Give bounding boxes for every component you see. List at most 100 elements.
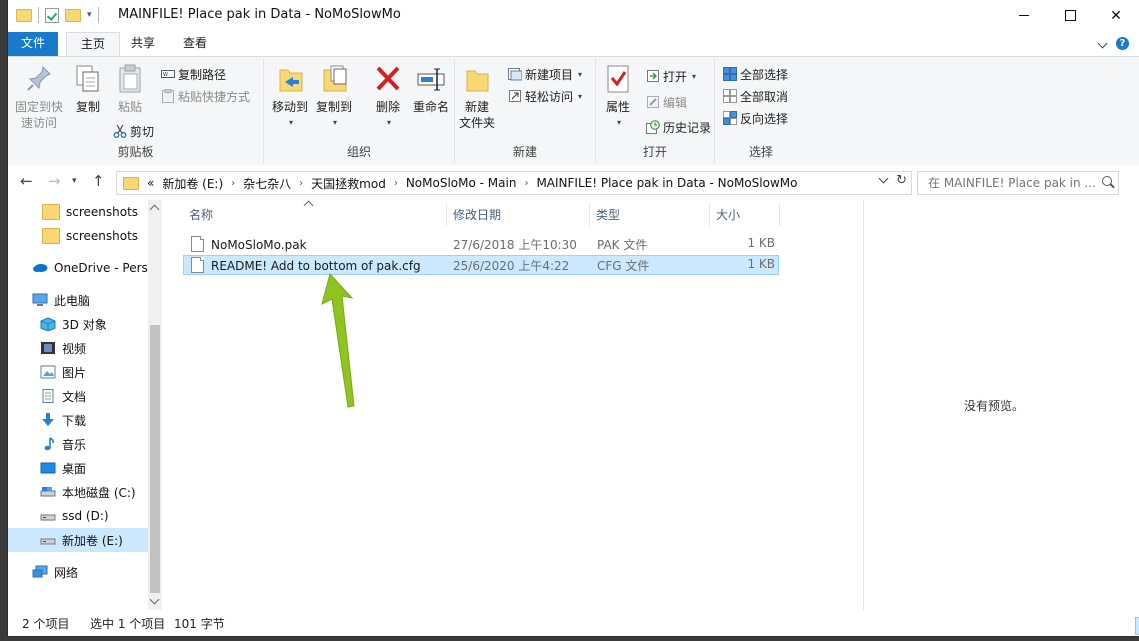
delete-x-icon (373, 63, 403, 95)
search-input[interactable] (926, 175, 1100, 191)
column-header-type[interactable]: 类型 (590, 204, 710, 226)
paste-button[interactable]: 粘贴 (110, 63, 150, 115)
close-icon: ✕ (1110, 7, 1122, 24)
help-icon[interactable]: ? (1116, 37, 1129, 50)
scroll-up-icon[interactable] (149, 204, 160, 215)
organize-group: 移动到 ▾ 复制到 ▾ 删除 ▾ 重命名 组织 (264, 59, 455, 163)
select-none-button[interactable]: 全部取消 (723, 86, 788, 106)
properties-quick-icon[interactable] (45, 7, 59, 23)
nav-item-this-pc[interactable]: 此电脑 (8, 288, 148, 312)
maximize-button[interactable] (1047, 0, 1093, 31)
move-to-button[interactable]: 移动到 ▾ (268, 63, 312, 131)
pc-icon (32, 293, 48, 307)
minimize-button[interactable] (1001, 0, 1047, 31)
copy-to-dropdown-icon: ▾ (332, 118, 337, 127)
breadcrumb-current-folder[interactable]: MAINFILE! Place pak in Data - NoMoSlowMo (536, 176, 797, 190)
column-header-size[interactable]: 大小 (710, 204, 780, 226)
address-dropdown-icon[interactable] (878, 173, 889, 184)
nav-item-screenshots[interactable]: screenshots (8, 224, 148, 248)
new-group-label: 新建 (512, 145, 537, 159)
tab-share[interactable]: 共享 (120, 32, 166, 56)
nav-item-documents[interactable]: 文档 (8, 384, 148, 408)
large-icons-view-icon[interactable] (1135, 617, 1139, 635)
scrollbar-thumb[interactable] (150, 325, 160, 593)
properties-button[interactable]: 属性 ▾ (598, 63, 638, 131)
invert-selection-button[interactable]: 反向选择 (723, 108, 788, 128)
cut-button[interactable]: 剪切 (113, 121, 154, 141)
select-all-button[interactable]: 全部选择 (723, 64, 788, 84)
breadcrumb-chevron-icon[interactable]: › (231, 178, 235, 189)
refresh-icon[interactable]: ↻ (896, 173, 907, 188)
back-arrow-icon[interactable]: ← (20, 172, 33, 190)
close-button[interactable]: ✕ (1093, 0, 1139, 31)
copy-button[interactable]: 复制 (68, 63, 108, 115)
easy-access-button[interactable]: 轻松访问 ▾ (508, 86, 582, 106)
delete-button[interactable]: 删除 ▾ (368, 63, 408, 131)
paste-shortcut-button[interactable]: 粘贴快捷方式 (161, 86, 250, 106)
new-folder-quick-icon[interactable] (65, 8, 81, 22)
nav-item-3d-objects[interactable]: 3D 对象 (8, 312, 148, 336)
scroll-down-icon[interactable] (149, 594, 160, 605)
nav-item-desktop[interactable]: 桌面 (8, 456, 148, 480)
edit-button[interactable]: 编辑 (646, 92, 687, 112)
preview-pane-divider[interactable] (863, 200, 864, 610)
nav-item-drive-e[interactable]: 新加卷 (E:) (8, 528, 148, 552)
nav-item-drive-d[interactable]: ssd (D:) (8, 504, 148, 528)
up-arrow-icon[interactable]: ↑ (92, 172, 105, 190)
breadcrumb-chevron-icon[interactable]: › (299, 178, 303, 189)
recent-locations-dropdown-icon[interactable]: ▾ (72, 176, 77, 186)
breadcrumb-nomoslomo-main[interactable]: NoMoSloMo - Main (406, 176, 517, 190)
tab-home[interactable]: 主页 (66, 32, 120, 57)
move-to-icon (275, 63, 305, 95)
breadcrumb-misc[interactable]: 杂七杂八 (243, 175, 291, 192)
navigation-pane: screenshots screenshots OneDrive - Perso… (8, 200, 163, 610)
new-folder-button[interactable]: 新建 文件夹 (457, 63, 497, 131)
nav-item-pictures[interactable]: 图片 (8, 360, 148, 384)
nav-item-downloads[interactable]: 下载 (8, 408, 148, 432)
drive-icon (40, 509, 56, 523)
pin-quick-access-button[interactable]: 固定到快 速访问 (14, 63, 64, 131)
rename-button[interactable]: 重命名 (409, 63, 453, 115)
explorer-window: ▾ MAINFILE! Place pak in Data - NoMoSlow… (8, 0, 1139, 636)
folder-icon (123, 176, 139, 190)
breadcrumb-kcd-mod[interactable]: 天国拯救mod (311, 175, 386, 192)
address-field[interactable]: « 新加卷 (E:) › 杂七杂八 › 天国拯救mod › NoMoSloMo … (116, 171, 912, 195)
breadcrumb-drive-e[interactable]: 新加卷 (E:) (162, 175, 223, 192)
breadcrumb-chevron-icon[interactable]: › (524, 178, 528, 189)
nav-item-videos[interactable]: 视频 (8, 336, 148, 360)
forward-arrow-icon[interactable]: → (48, 172, 61, 190)
collapse-ribbon-icon[interactable] (1097, 38, 1108, 49)
folder-icon (42, 228, 60, 244)
rename-icon (416, 63, 446, 95)
open-button[interactable]: 打开 ▾ (646, 66, 696, 86)
copy-to-button[interactable]: 复制到 ▾ (312, 63, 356, 131)
copy-to-icon (319, 63, 349, 95)
tab-file[interactable]: 文件 (8, 32, 58, 56)
quick-access-toolbar-dropdown-icon[interactable]: ▾ (87, 10, 92, 20)
column-header-name[interactable]: 名称 (183, 200, 447, 226)
history-button[interactable]: 历史记录 (646, 117, 711, 137)
nav-item-drive-c[interactable]: 本地磁盘 (C:) (8, 480, 148, 504)
tab-view[interactable]: 查看 (172, 32, 218, 56)
navigation-scrollbar[interactable] (148, 200, 162, 610)
nav-item-screenshots[interactable]: screenshots (8, 200, 148, 224)
search-box[interactable] (917, 171, 1119, 195)
minimize-icon (1019, 15, 1029, 16)
nav-item-onedrive[interactable]: OneDrive - Personal (8, 256, 148, 280)
desktop-icon (40, 461, 56, 475)
breadcrumb-overflow[interactable]: « (147, 176, 154, 190)
music-icon (40, 437, 56, 451)
file-type: PAK 文件 (597, 238, 648, 252)
select-none-icon (723, 89, 737, 103)
new-item-button[interactable]: 新建项目 ▾ (508, 64, 582, 84)
file-row[interactable]: NoMoSloMo.pak 27/6/2018 上午10:30 PAK 文件 1… (183, 234, 779, 254)
ribbon-tabs: 文件 主页 共享 查看 ? (8, 32, 1139, 57)
nav-item-network[interactable]: 网络 (8, 560, 148, 584)
file-row-selected[interactable]: README! Add to bottom of pak.cfg 25/6/20… (183, 255, 779, 275)
nav-item-music[interactable]: 音乐 (8, 432, 148, 456)
ribbon: 固定到快 速访问 复制 粘贴 W 复制路径 粘贴快捷方式 剪切 剪贴板 移动到 … (8, 56, 1139, 166)
file-icon (191, 236, 204, 252)
breadcrumb-chevron-icon[interactable]: › (394, 178, 398, 189)
column-header-modified[interactable]: 修改日期 (447, 204, 590, 226)
copy-path-button[interactable]: W 复制路径 (161, 64, 226, 84)
